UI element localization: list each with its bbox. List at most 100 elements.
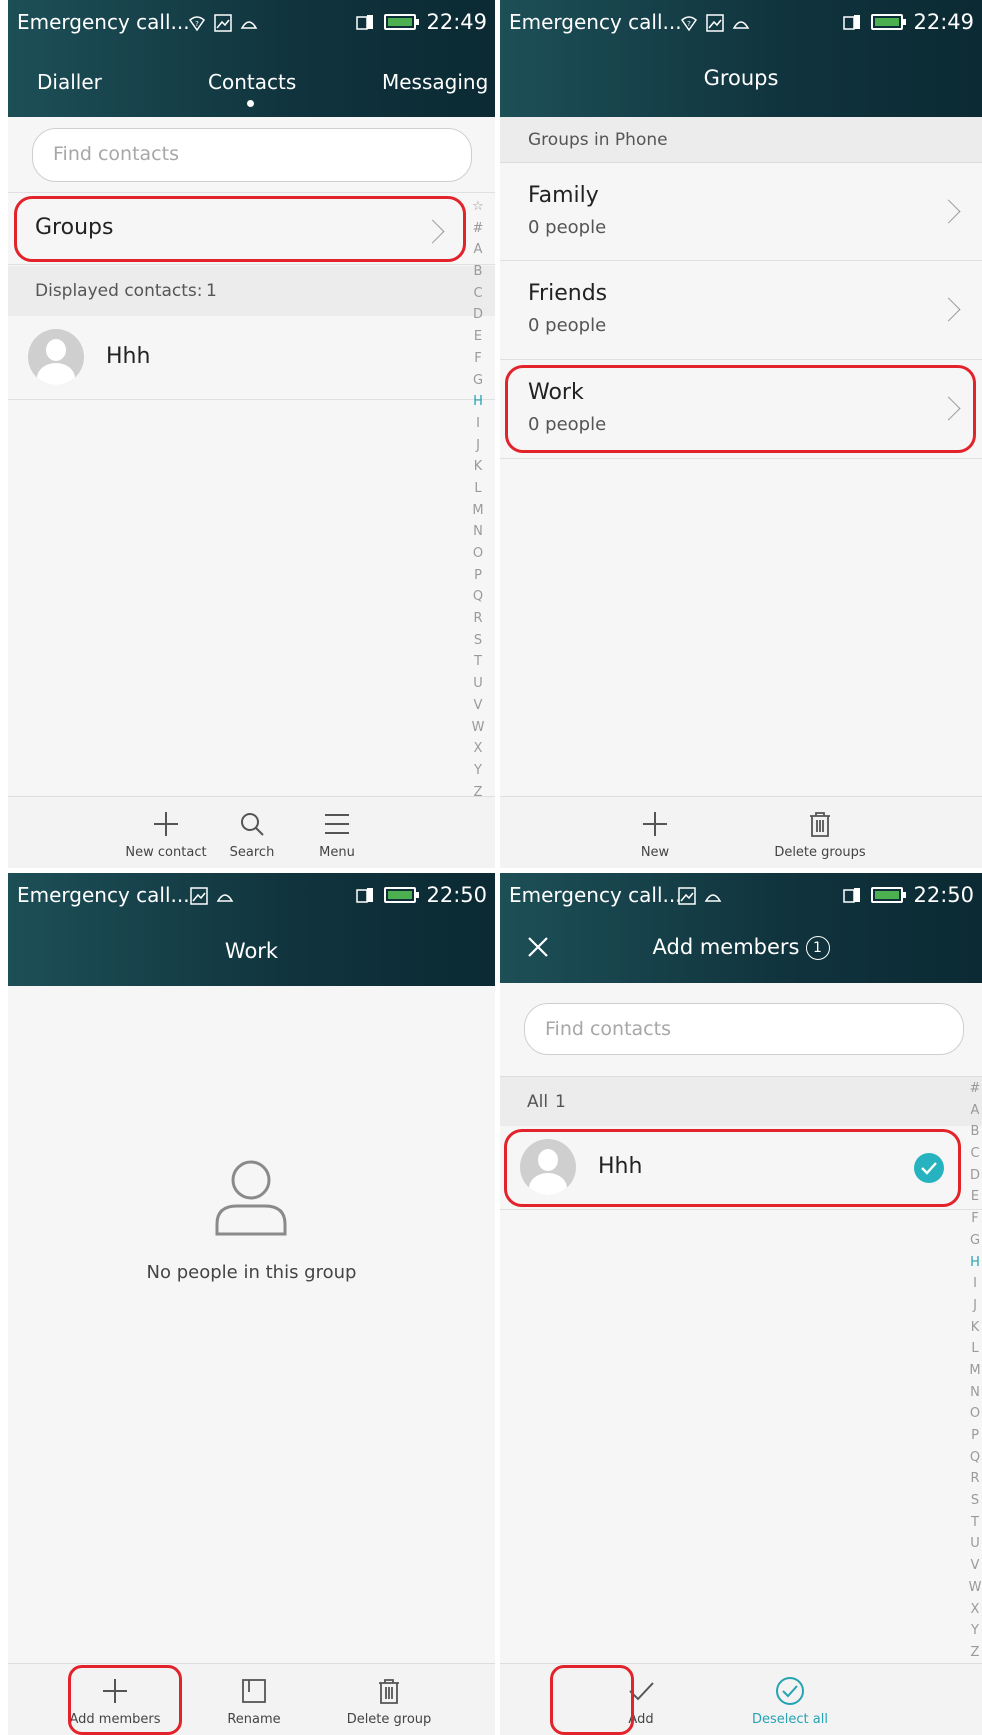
groups-screen: Emergency call... ? 22:49 Groups Groups … [500, 0, 982, 868]
index-letter[interactable]: L [471, 478, 485, 500]
groups-section-header: Groups in Phone [500, 117, 982, 163]
index-letter[interactable]: # [968, 1078, 982, 1100]
index-letter[interactable]: B [471, 261, 485, 283]
tab-dialler[interactable]: Dialler [37, 70, 102, 94]
person-icon [215, 1160, 287, 1236]
deselect-all-button[interactable]: Deselect all [735, 1672, 845, 1727]
index-letter[interactable]: K [471, 456, 485, 478]
search-input[interactable]: Find contacts [32, 128, 472, 182]
index-letter[interactable]: F [968, 1208, 982, 1230]
index-letter[interactable]: A [471, 239, 485, 261]
index-letter[interactable]: E [968, 1186, 982, 1208]
index-letter[interactable]: Z [968, 1642, 982, 1664]
index-letter[interactable]: T [968, 1512, 982, 1534]
index-letter[interactable]: A [968, 1100, 982, 1122]
index-letter[interactable]: J [968, 1295, 982, 1317]
bottom-toolbar: Add Deselect all [500, 1663, 982, 1735]
index-letter[interactable]: I [968, 1273, 982, 1295]
index-letter[interactable]: G [471, 370, 485, 392]
contact-row[interactable]: Hhh [8, 316, 495, 400]
index-letter[interactable]: F [471, 348, 485, 370]
index-letter[interactable]: X [968, 1599, 982, 1621]
index-letter[interactable]: N [968, 1382, 982, 1404]
index-letter[interactable]: I [471, 413, 485, 435]
search-icon [241, 813, 264, 836]
index-letter[interactable]: H [968, 1252, 982, 1274]
wifi-icon: ? [188, 16, 206, 32]
index-letter[interactable]: M [968, 1360, 982, 1382]
work-header: Emergency call... 22:50 Work [8, 873, 495, 986]
carrier-label: Emergency call... [509, 10, 682, 34]
index-letter[interactable]: E [471, 326, 485, 348]
selected-checkbox[interactable] [914, 1153, 944, 1183]
android-icon [732, 21, 750, 29]
contact-row[interactable]: Hhh [500, 1126, 982, 1210]
index-letter[interactable]: # [471, 218, 485, 240]
tab-contacts[interactable]: Contacts [208, 70, 296, 94]
battery-icon [871, 14, 907, 30]
index-letter[interactable]: T [471, 651, 485, 673]
index-letter[interactable]: Q [968, 1447, 982, 1469]
delete-group-button[interactable]: Delete group [334, 1672, 444, 1727]
index-letter[interactable]: C [968, 1143, 982, 1165]
new-group-button[interactable]: New [600, 805, 710, 860]
wifi-icon: ? [680, 16, 698, 32]
groups-row[interactable]: Groups [8, 192, 495, 265]
tab-messaging[interactable]: Messaging [382, 70, 488, 94]
delete-groups-button[interactable]: Delete groups [765, 805, 875, 860]
add-members-button[interactable]: Add members [60, 1672, 170, 1727]
index-letter[interactable]: P [968, 1425, 982, 1447]
index-letter[interactable]: W [471, 717, 485, 739]
index-letter[interactable]: Q [471, 586, 485, 608]
index-letter[interactable]: V [968, 1555, 982, 1577]
index-letter[interactable]: L [968, 1338, 982, 1360]
all-section-header: All 1 [500, 1076, 982, 1126]
bottom-toolbar: Add members Rename Delete group [8, 1663, 495, 1735]
index-letter[interactable]: B [968, 1121, 982, 1143]
index-letter[interactable]: O [471, 543, 485, 565]
index-letter[interactable]: D [968, 1165, 982, 1187]
index-letter[interactable]: U [471, 673, 485, 695]
index-letter[interactable]: R [471, 608, 485, 630]
index-letter[interactable]: R [968, 1468, 982, 1490]
index-letter[interactable]: J [471, 435, 485, 457]
index-letter[interactable]: G [968, 1230, 982, 1252]
status-bar: Emergency call... 22:50 [8, 873, 495, 921]
index-letter[interactable]: C [471, 283, 485, 305]
android-icon [216, 894, 234, 902]
group-count: 0 people [528, 414, 607, 435]
index-letter[interactable]: P [471, 565, 485, 587]
index-letter[interactable]: K [968, 1317, 982, 1339]
carrier-label: Emergency call... [17, 883, 190, 907]
image-icon [706, 14, 724, 32]
rename-button[interactable]: Rename [199, 1672, 309, 1727]
index-letter[interactable]: H [471, 391, 485, 413]
index-letter[interactable]: X [471, 738, 485, 760]
index-letter[interactable]: O [968, 1403, 982, 1425]
add-button[interactable]: Add [586, 1672, 696, 1727]
group-row-friends[interactable]: Friends 0 people [500, 261, 982, 360]
index-letter[interactable]: D [471, 304, 485, 326]
menu-button[interactable]: Menu [282, 805, 392, 860]
index-letter[interactable]: S [471, 630, 485, 652]
svg-text:?: ? [687, 20, 691, 28]
group-row-work[interactable]: Work 0 people [500, 360, 982, 459]
search-input[interactable]: Find contacts [524, 1003, 964, 1055]
contacts-screen: Emergency call... ? 22:49 Dialler Contac… [8, 0, 495, 868]
index-letter[interactable]: N [471, 521, 485, 543]
index-letter[interactable]: ☆ [471, 196, 485, 218]
index-letter[interactable]: Y [968, 1620, 982, 1642]
trash-icon [379, 1679, 399, 1704]
group-row-family[interactable]: Family 0 people [500, 163, 982, 261]
section-count: 1 [555, 1092, 566, 1112]
alphabet-index[interactable]: ☆ # A B C D E F G H I J K L M N O P Q R S T U V W X Y Z [471, 196, 485, 803]
index-letter[interactable]: W [968, 1577, 982, 1599]
battery-icon [384, 887, 420, 903]
index-letter[interactable]: V [471, 695, 485, 717]
trash-icon [810, 812, 830, 837]
alphabet-index[interactable]: # A B C D E F G H I J K L M N O P Q R S T U V W X Y Z [968, 1078, 982, 1664]
index-letter[interactable]: U [968, 1533, 982, 1555]
index-letter[interactable]: M [471, 500, 485, 522]
index-letter[interactable]: Y [471, 760, 485, 782]
index-letter[interactable]: S [968, 1490, 982, 1512]
